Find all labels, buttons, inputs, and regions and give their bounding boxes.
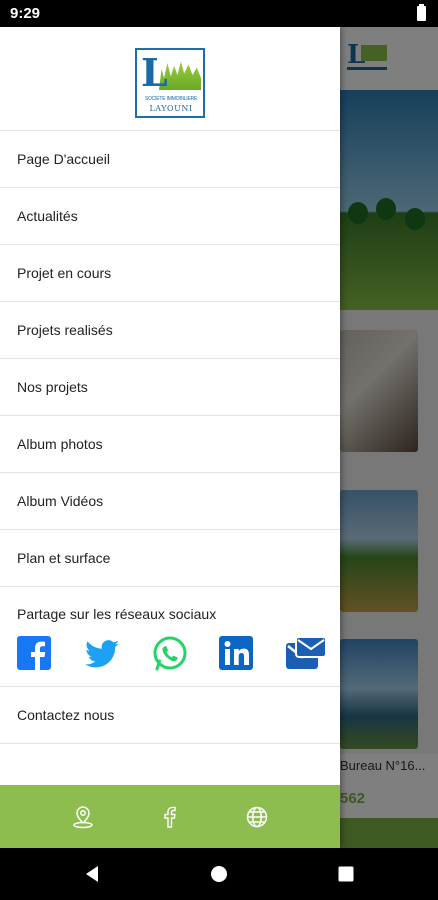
share-label: Partage sur les réseaux sociaux: [17, 606, 217, 622]
menu-item-contact[interactable]: Contactez nous: [0, 687, 340, 744]
facebook-icon[interactable]: [158, 805, 182, 829]
navigation-drawer: L SOCIETE IMMOBILIERE LAYOUNI Page D'acc…: [0, 27, 340, 848]
drawer-menu: Page D'accueil Actualités Projet en cour…: [0, 131, 340, 587]
app-screen: 9:29 L Bureau N°16... 562 L SOCIET: [0, 0, 438, 900]
company-logo: L SOCIETE IMMOBILIERE LAYOUNI: [135, 48, 205, 118]
recents-icon[interactable]: [334, 862, 358, 886]
status-bar: 9:29: [0, 0, 438, 27]
menu-item-news[interactable]: Actualités: [0, 188, 340, 245]
menu-item-photo-album[interactable]: Album photos: [0, 416, 340, 473]
menu-item-current-project[interactable]: Projet en cours: [0, 245, 340, 302]
linkedin-icon[interactable]: [218, 635, 256, 673]
system-navigation-bar: [0, 848, 438, 900]
back-icon[interactable]: [80, 862, 104, 886]
drawer-footer: [0, 785, 340, 848]
logo-name: LAYOUNI: [149, 104, 193, 113]
menu-item-video-album[interactable]: Album Vidéos: [0, 473, 340, 530]
menu-item-our-projects[interactable]: Nos projets: [0, 359, 340, 416]
menu-item-plans[interactable]: Plan et surface: [0, 530, 340, 587]
facebook-icon[interactable]: [16, 635, 54, 673]
email-icon[interactable]: [284, 635, 328, 673]
twitter-icon[interactable]: [83, 635, 121, 673]
home-icon[interactable]: [207, 862, 231, 886]
logo-tagline: SOCIETE IMMOBILIERE: [144, 96, 198, 102]
menu-item-home[interactable]: Page D'accueil: [0, 131, 340, 188]
globe-icon[interactable]: [245, 805, 269, 829]
share-icons-row: [0, 635, 340, 675]
share-section: Partage sur les réseaux sociaux: [0, 587, 340, 687]
logo-letter: L: [141, 50, 168, 95]
battery-icon: [417, 4, 426, 21]
whatsapp-icon[interactable]: [151, 635, 189, 673]
menu-item-completed-projects[interactable]: Projets realisés: [0, 302, 340, 359]
location-icon[interactable]: [71, 805, 95, 829]
status-time: 9:29: [10, 5, 41, 22]
